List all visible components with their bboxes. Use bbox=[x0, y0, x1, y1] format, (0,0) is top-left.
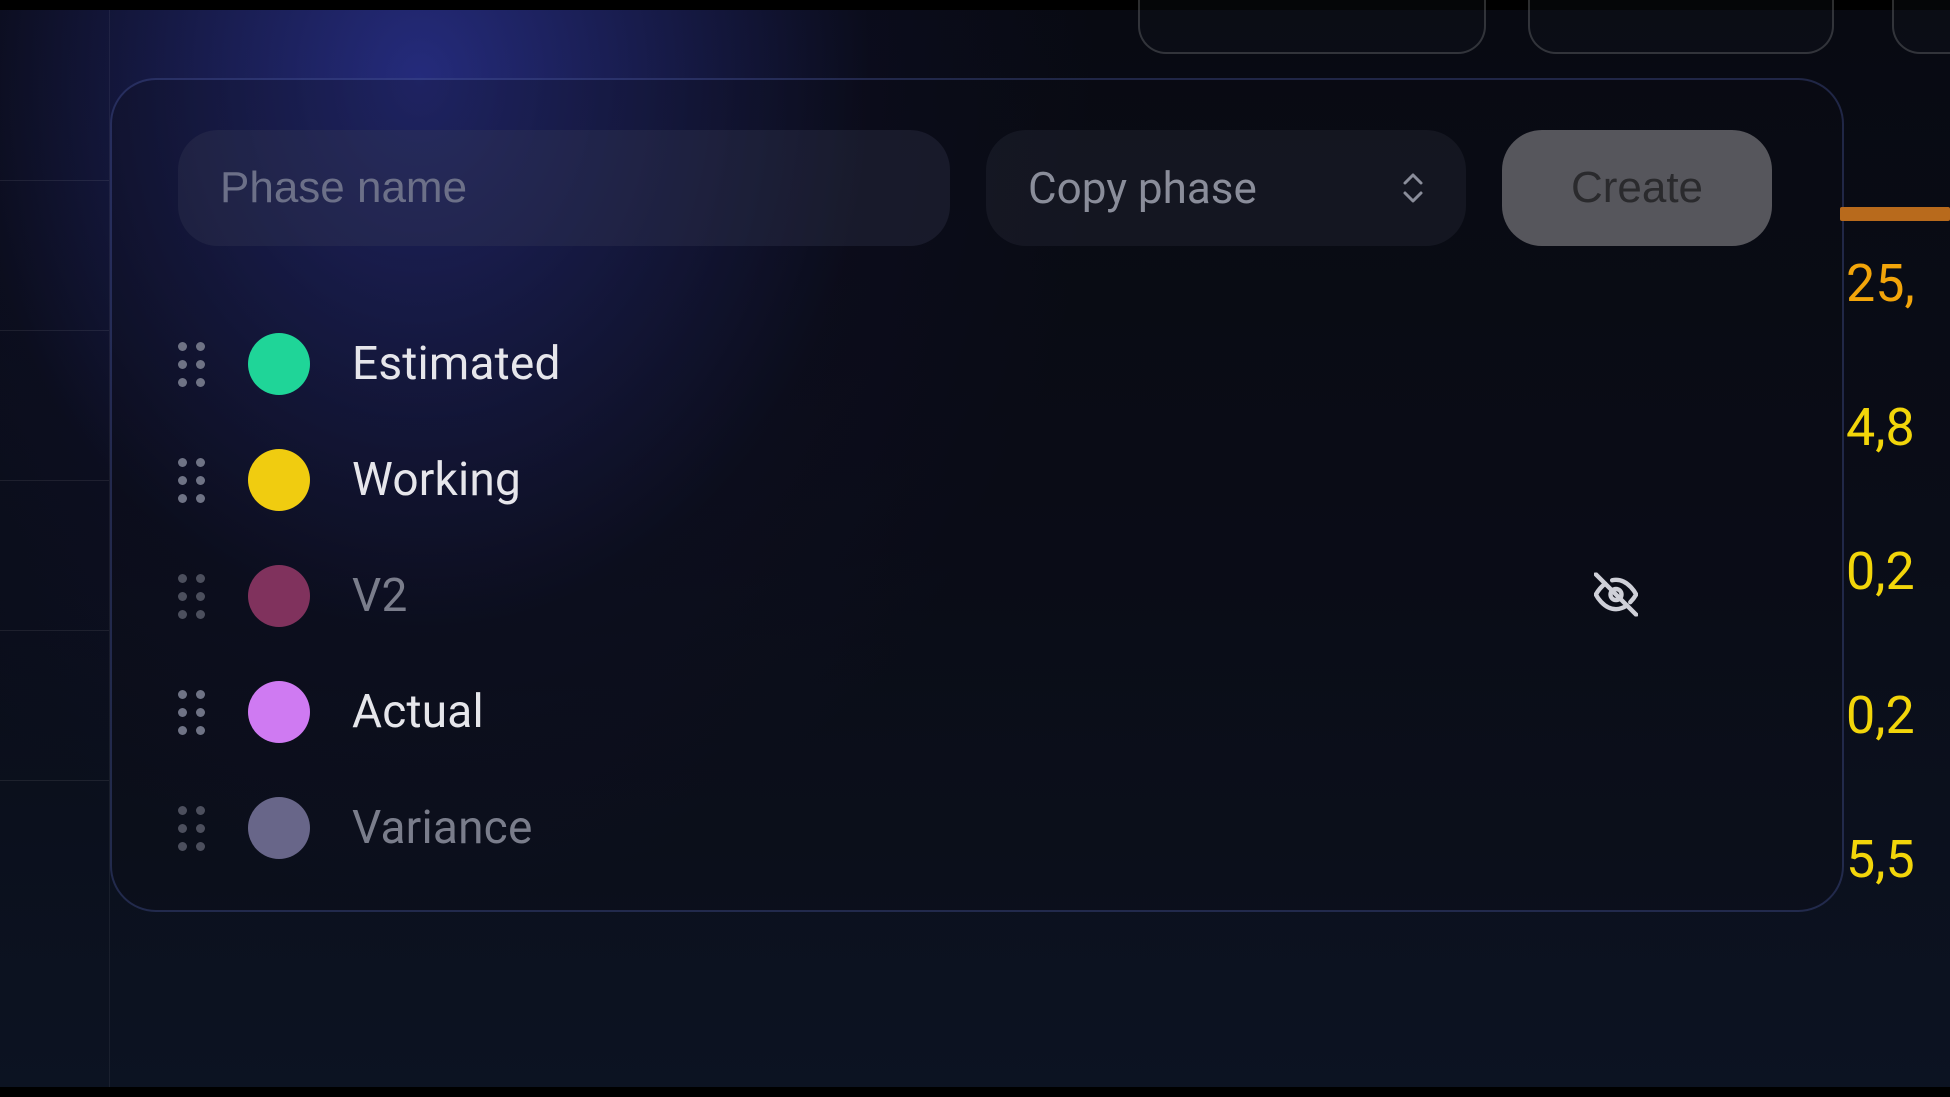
phase-color-dot bbox=[248, 333, 310, 395]
phase-color-dot bbox=[248, 565, 310, 627]
phase-label: Variance bbox=[352, 801, 533, 855]
phase-row[interactable]: Variance bbox=[178, 770, 1782, 886]
copy-phase-select[interactable]: Copy phase bbox=[986, 130, 1466, 246]
highlight-strip bbox=[1840, 207, 1950, 221]
sidebar-divider bbox=[0, 180, 109, 181]
sidebar-divider bbox=[0, 780, 109, 781]
phase-row[interactable]: Working bbox=[178, 422, 1782, 538]
sidebar-divider bbox=[0, 630, 109, 631]
app-viewport: Copy phase Create Estimated Working V2 Actu… bbox=[0, 0, 1950, 1097]
phase-label: V2 bbox=[352, 569, 408, 623]
phase-controls-row: Copy phase Create bbox=[178, 130, 1794, 246]
side-value: 25, bbox=[1842, 212, 1950, 356]
phase-label: Working bbox=[352, 453, 521, 507]
sidebar-edge bbox=[0, 10, 110, 1087]
phase-color-dot bbox=[248, 449, 310, 511]
phase-row[interactable]: V2 bbox=[178, 538, 1782, 654]
phase-list: Estimated Working V2 Actual Variance bbox=[178, 306, 1782, 886]
side-value: 0,2 bbox=[1842, 500, 1950, 644]
letterbox-bottom bbox=[0, 1087, 1950, 1097]
phase-label: Actual bbox=[352, 685, 484, 739]
phase-row[interactable]: Actual bbox=[178, 654, 1782, 770]
phase-name-input[interactable] bbox=[178, 130, 950, 246]
phase-label: Estimated bbox=[352, 337, 561, 391]
phases-panel: Copy phase Create Estimated Working V2 Actu… bbox=[110, 78, 1844, 912]
drag-handle-icon[interactable] bbox=[178, 690, 248, 735]
phase-row[interactable]: Estimated bbox=[178, 306, 1782, 422]
side-value: 0,2 bbox=[1842, 644, 1950, 788]
topbar-ghost-button-3[interactable] bbox=[1892, 0, 1950, 54]
sidebar-divider bbox=[0, 330, 109, 331]
side-values-column: 25,4,80,20,25,5 bbox=[1842, 212, 1950, 932]
drag-handle-icon[interactable] bbox=[178, 458, 248, 503]
drag-handle-icon[interactable] bbox=[178, 574, 248, 619]
side-value: 4,8 bbox=[1842, 356, 1950, 500]
updown-chevrons-icon bbox=[1402, 172, 1424, 204]
drag-handle-icon[interactable] bbox=[178, 342, 248, 387]
side-value: 5,5 bbox=[1842, 788, 1950, 932]
drag-handle-icon[interactable] bbox=[178, 806, 248, 851]
phase-color-dot bbox=[248, 797, 310, 859]
sidebar-divider bbox=[0, 480, 109, 481]
create-button[interactable]: Create bbox=[1502, 130, 1772, 246]
topbar-ghost-button-1[interactable] bbox=[1138, 0, 1486, 54]
phase-color-dot bbox=[248, 681, 310, 743]
copy-phase-select-label: Copy phase bbox=[1028, 162, 1402, 214]
eye-off-icon[interactable] bbox=[1594, 573, 1638, 620]
topbar-ghost-button-2[interactable] bbox=[1528, 0, 1834, 54]
